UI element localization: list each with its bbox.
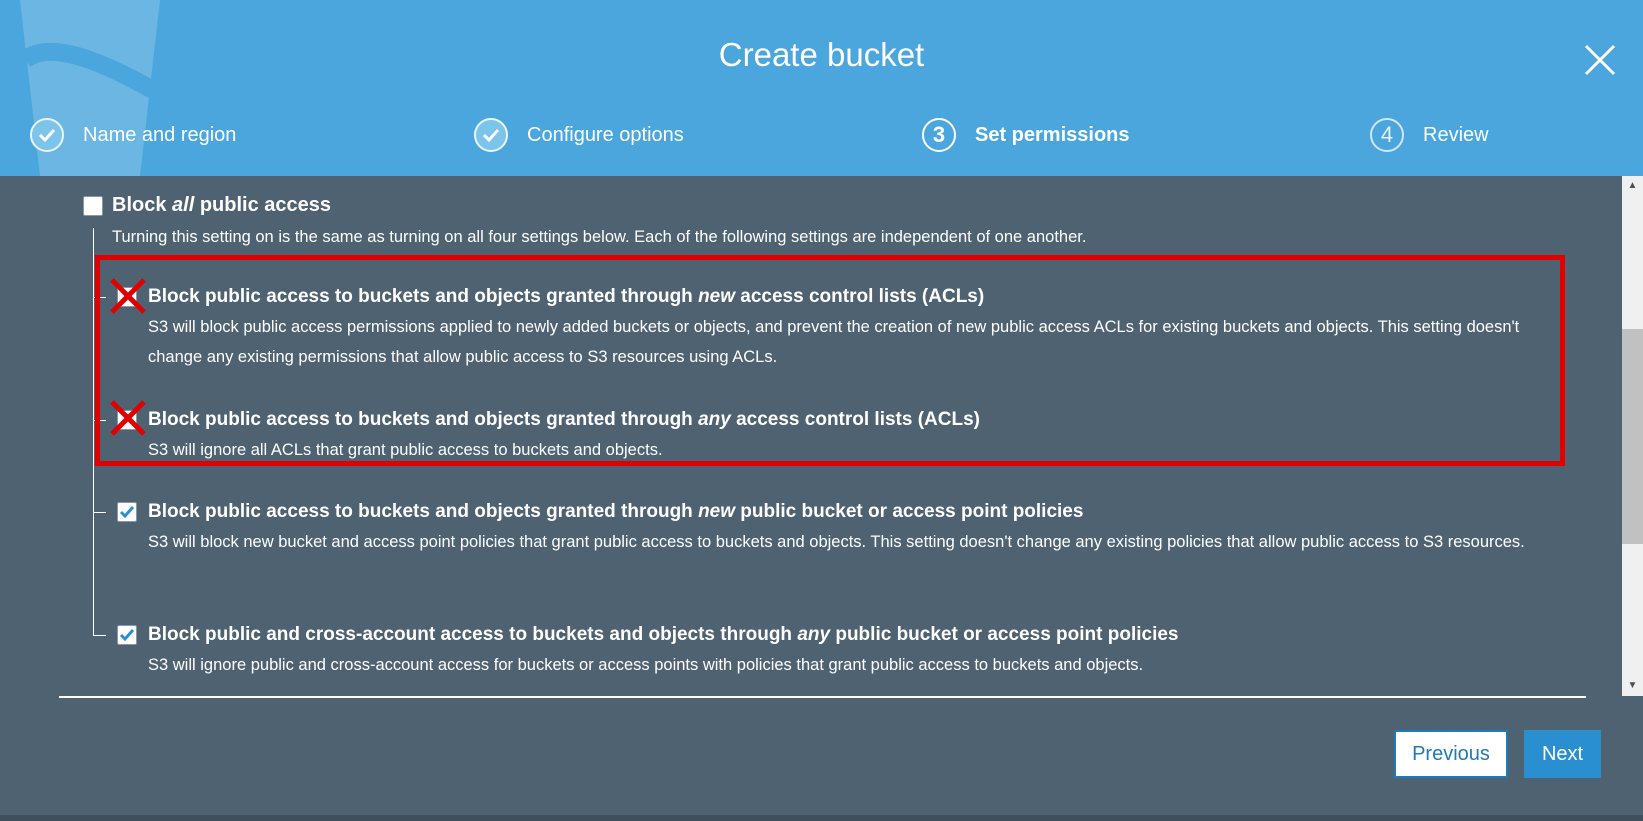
label-text: public bucket or access point policies (830, 624, 1179, 645)
block-cross-account-description: S3 will ignore public and cross-account … (148, 656, 1144, 674)
label-text: Block public access to buckets and objec… (148, 501, 699, 522)
checkmark-icon (474, 118, 508, 152)
label-emphasis: new (698, 501, 736, 522)
step-label: Configure options (527, 123, 684, 146)
tree-branch (93, 512, 106, 513)
step-number: 4 (1370, 118, 1404, 152)
modal-title: Create bucket (718, 36, 925, 73)
block-new-policies-label: Block public access to buckets and objec… (148, 501, 1083, 523)
scrollbar-thumb[interactable] (1622, 329, 1643, 544)
label-text: Block public and cross-account access to… (148, 624, 798, 645)
label-emphasis: any (797, 624, 831, 645)
label-text: public bucket or access point policies (735, 501, 1084, 522)
tree-line (93, 228, 94, 636)
scroll-down-icon[interactable]: ▼ (1622, 676, 1643, 696)
step-set-permissions: 3 Set permissions (922, 115, 1130, 155)
label-text: Block (112, 194, 173, 216)
block-all-label: Block all public access (112, 194, 331, 217)
label-text: public access (194, 194, 332, 216)
footer-divider (59, 696, 1586, 698)
block-all-description: Turning this setting on is the same as t… (112, 228, 1087, 246)
block-cross-account-label: Block public and cross-account access to… (148, 624, 1179, 646)
next-button[interactable]: Next (1524, 730, 1601, 778)
block-cross-account-checkbox[interactable] (117, 625, 137, 645)
step-review: 4 Review (1370, 115, 1489, 155)
step-label: Set permissions (975, 123, 1130, 146)
step-label: Review (1423, 123, 1489, 146)
modal-header: Create bucket Name and region Configure … (0, 0, 1643, 176)
vertical-scrollbar[interactable]: ▲ ▼ (1622, 176, 1643, 696)
step-configure-options: Configure options (474, 115, 684, 155)
block-new-policies-checkbox[interactable] (117, 502, 137, 522)
block-new-policies-description: S3 will block new bucket and access poin… (148, 533, 1525, 551)
close-icon[interactable] (1580, 40, 1620, 80)
block-all-checkbox[interactable] (83, 196, 103, 216)
checkmark-icon (119, 629, 135, 642)
highlight-box (95, 255, 1565, 466)
label-emphasis: all (172, 194, 195, 216)
checkmark-icon (30, 118, 64, 152)
scroll-up-icon[interactable]: ▲ (1622, 176, 1643, 196)
tree-branch (93, 635, 106, 636)
step-number: 3 (922, 118, 956, 152)
checkmark-icon (119, 506, 135, 519)
previous-button[interactable]: Previous (1394, 730, 1508, 778)
permissions-panel: Block all public access Turning this set… (0, 176, 1622, 696)
step-label: Name and region (83, 123, 237, 146)
taskbar-edge (0, 815, 1643, 821)
step-name-and-region: Name and region (30, 115, 236, 155)
